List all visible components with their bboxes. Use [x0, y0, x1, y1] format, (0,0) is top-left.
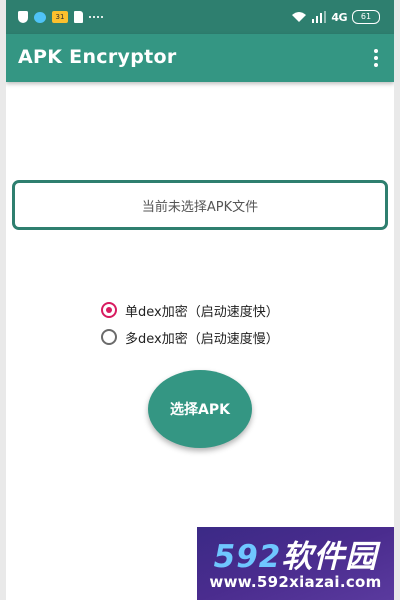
radio-single-dex[interactable]: 单dex加密（启动速度快）: [101, 298, 279, 322]
status-system: 4G 61: [291, 9, 380, 25]
app-bar: APK Encryptor: [6, 34, 394, 82]
watermark-logo: 592软件园 www.592xiazai.com: [197, 527, 394, 600]
watermark-brand-number: 592: [213, 539, 282, 575]
watermark-url: www.592xiazai.com: [209, 573, 382, 591]
dots-icon: [89, 16, 103, 24]
watermark-brand-name: 软件园: [281, 539, 378, 575]
overflow-menu-icon[interactable]: [368, 46, 384, 70]
radio-unchecked-icon[interactable]: [101, 329, 117, 345]
app-title: APK Encryptor: [18, 46, 177, 68]
network-type: 4G: [331, 10, 347, 24]
radio-checked-icon[interactable]: [101, 302, 117, 318]
battery-icon: 61: [352, 10, 380, 24]
watermark-brand: 592软件园: [197, 531, 394, 576]
choose-apk-label: 选择APK: [170, 402, 230, 418]
status-notifications: 31: [18, 9, 103, 25]
wifi-icon: [291, 11, 307, 23]
radio-label: 多dex加密（启动速度慢）: [125, 331, 279, 347]
shield-icon: [18, 11, 28, 23]
bubble-icon: [34, 11, 46, 23]
choose-apk-button[interactable]: 选择APK: [148, 370, 252, 448]
radio-label: 单dex加密（启动速度快）: [125, 304, 279, 320]
signal-icon: [312, 11, 327, 23]
status-bar: 31 4G 61: [6, 0, 394, 34]
selected-file-text: 当前未选择APK文件: [141, 199, 259, 215]
calendar-icon: 31: [52, 11, 68, 23]
sd-card-icon: [74, 11, 83, 23]
radio-multi-dex[interactable]: 多dex加密（启动速度慢）: [101, 325, 279, 349]
selected-file-display: 当前未选择APK文件: [12, 180, 388, 230]
phone-screen: 31 4G 61 APK Encryptor 当前未选择APK文件 单dex加密…: [6, 0, 394, 600]
